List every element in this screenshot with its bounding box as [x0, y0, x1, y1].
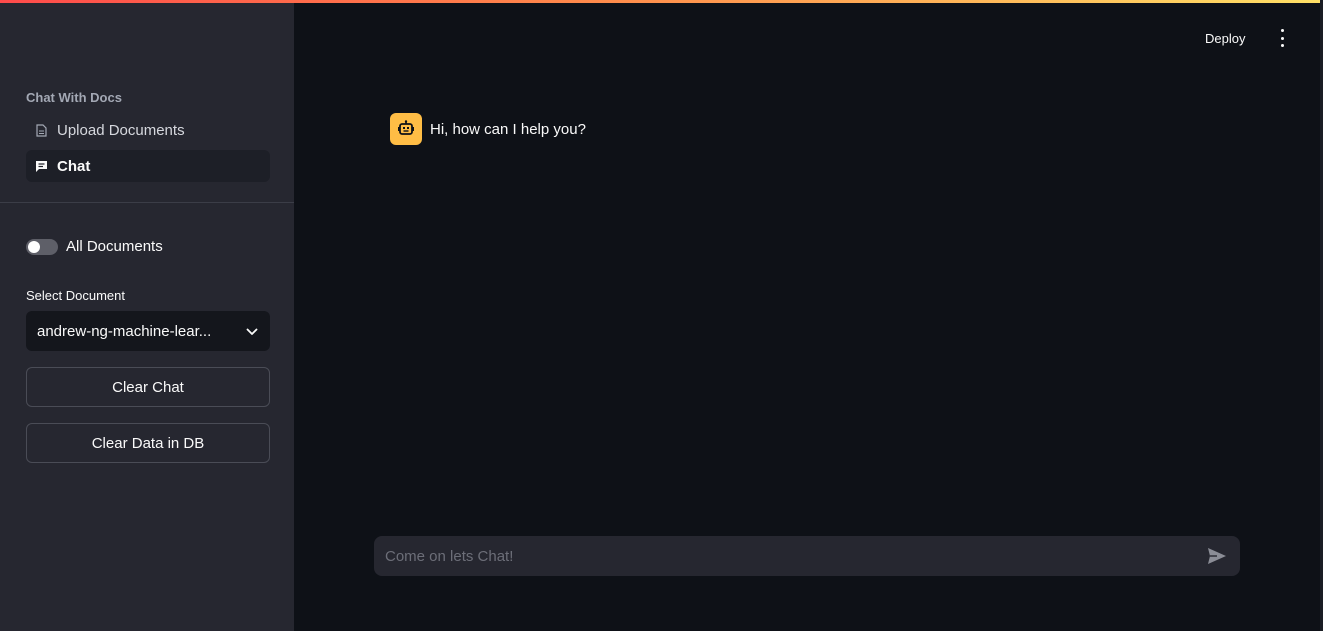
sidebar: Chat With Docs Upload Documents Chat All…	[0, 0, 294, 631]
robot-icon	[390, 113, 422, 145]
nav-header: Chat With Docs	[26, 90, 122, 105]
document-icon	[34, 123, 48, 137]
nav-item-upload-documents[interactable]: Upload Documents	[26, 114, 270, 146]
clear-chat-button[interactable]: Clear Chat	[26, 367, 270, 407]
main-area: Deploy Hi, how can I help you?	[294, 0, 1320, 631]
top-decoration-bar	[0, 0, 1320, 3]
all-documents-toggle-row: All Documents	[26, 238, 163, 255]
select-document-label: Select Document	[26, 288, 125, 303]
document-select[interactable]: andrew-ng-machine-lear...	[26, 311, 270, 351]
chat-input[interactable]	[383, 546, 1206, 566]
chat-icon	[34, 159, 48, 173]
chevron-down-icon	[246, 323, 258, 340]
app-window: Chat With Docs Upload Documents Chat All…	[0, 0, 1323, 631]
clear-data-in-db-button[interactable]: Clear Data in DB	[26, 423, 270, 463]
send-icon[interactable]	[1206, 545, 1228, 567]
nav-item-label: Chat	[57, 157, 91, 175]
vertical-dots-icon[interactable]	[1277, 29, 1287, 47]
document-select-value: andrew-ng-machine-lear...	[37, 322, 212, 340]
chat-input-container	[374, 536, 1240, 576]
assistant-message: Hi, how can I help you?	[390, 113, 586, 145]
toggle-knob	[28, 240, 40, 253]
sidebar-divider	[0, 202, 294, 203]
deploy-button[interactable]: Deploy	[1205, 28, 1245, 48]
message-text: Hi, how can I help you?	[430, 120, 586, 138]
all-documents-toggle[interactable]	[26, 238, 58, 255]
toggle-label: All Documents	[66, 238, 163, 255]
nav-item-label: Upload Documents	[57, 121, 185, 139]
nav-item-chat[interactable]: Chat	[26, 150, 270, 182]
